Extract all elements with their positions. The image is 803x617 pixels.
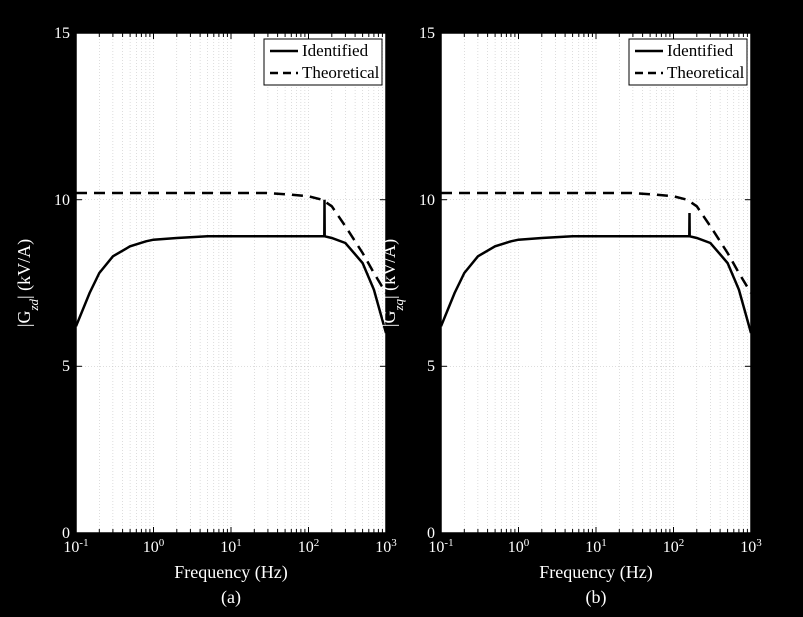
chart-container: Identified Theoretical 10-1 100 101 102 … xyxy=(0,0,803,617)
subplot-label-a: (a) xyxy=(221,587,241,608)
svg-text:10: 10 xyxy=(419,192,435,209)
legend-a: Identified Theoretical xyxy=(264,39,382,85)
xlabel-a: Frequency (Hz) xyxy=(174,562,287,583)
svg-text:0: 0 xyxy=(427,525,435,542)
legend-theoretical-a: Theoretical xyxy=(302,63,380,82)
legend-identified-a: Identified xyxy=(302,41,369,60)
legend-identified-b: Identified xyxy=(667,41,734,60)
svg-text:15: 15 xyxy=(419,25,435,42)
svg-text:5: 5 xyxy=(427,358,435,375)
svg-text:0: 0 xyxy=(62,525,70,542)
legend-b: Identified Theoretical xyxy=(629,39,747,85)
svg-text:15: 15 xyxy=(54,25,70,42)
chart-svg: Identified Theoretical 10-1 100 101 102 … xyxy=(0,0,803,617)
svg-text:5: 5 xyxy=(62,358,70,375)
legend-theoretical-b: Theoretical xyxy=(667,63,745,82)
svg-text:10: 10 xyxy=(54,192,70,209)
subplot-label-b: (b) xyxy=(586,587,607,608)
xlabel-b: Frequency (Hz) xyxy=(539,562,652,583)
